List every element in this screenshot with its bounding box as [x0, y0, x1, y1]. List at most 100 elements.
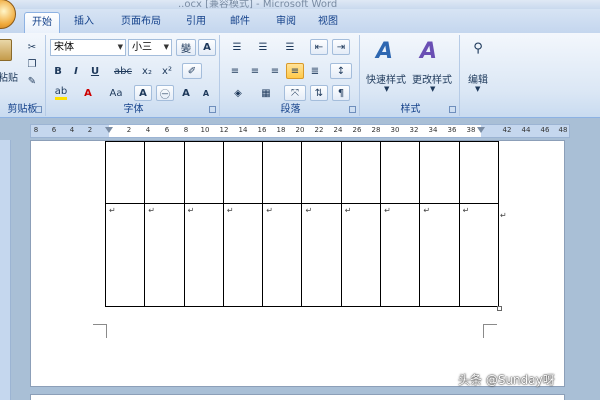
- show-marks-icon[interactable]: ¶: [332, 85, 350, 101]
- paste-icon[interactable]: [0, 39, 12, 61]
- line-spacing-icon[interactable]: ↕: [330, 63, 352, 79]
- enclose-char-button[interactable]: ㊀: [156, 85, 174, 101]
- ruler-number: 18: [276, 126, 286, 134]
- clipboard-launcher-icon[interactable]: [35, 106, 42, 113]
- ruler-number: 12: [219, 126, 229, 134]
- ruler-number: 36: [447, 126, 457, 134]
- cut-icon[interactable]: ✂: [24, 39, 40, 55]
- table-cell[interactable]: [262, 141, 303, 204]
- document-page[interactable]: ↵ ↵ ↵ ↵ ↵ ↵ ↵ ↵ ↵ ↵ ↵: [30, 140, 565, 387]
- table-cell[interactable]: ↵: [380, 203, 421, 307]
- align-center-icon[interactable]: ≡: [246, 63, 264, 79]
- paragraph-launcher-icon[interactable]: [349, 106, 356, 113]
- styles-launcher-icon[interactable]: [449, 106, 456, 113]
- table-cell[interactable]: [340, 141, 382, 204]
- copy-icon[interactable]: ❐: [24, 56, 40, 72]
- strikethrough-button[interactable]: abc: [112, 63, 134, 79]
- table-cell[interactable]: [419, 141, 460, 204]
- ruler-number: 2: [87, 126, 93, 134]
- table-cell[interactable]: ↵: [104, 203, 146, 307]
- document-table[interactable]: ↵ ↵ ↵ ↵ ↵ ↵ ↵ ↵ ↵ ↵: [104, 141, 500, 307]
- right-indent-marker[interactable]: [477, 127, 485, 133]
- quick-styles-icon[interactable]: A: [376, 39, 393, 64]
- ruler-number: 4: [145, 126, 151, 134]
- increase-indent-icon[interactable]: ⇥: [332, 39, 350, 55]
- font-launcher-icon[interactable]: [209, 106, 216, 113]
- editing-button[interactable]: 编辑: [468, 71, 488, 86]
- sort-icon[interactable]: ⇅: [310, 85, 328, 101]
- ruler-number: 6: [51, 126, 57, 134]
- italic-button[interactable]: I: [68, 63, 84, 79]
- table-cell[interactable]: [104, 141, 146, 204]
- underline-button[interactable]: U: [86, 63, 104, 79]
- change-styles-button[interactable]: 更改样式: [412, 71, 452, 86]
- table-cell[interactable]: [458, 141, 500, 204]
- font-color-button[interactable]: A: [78, 85, 98, 101]
- phonetic-guide-button[interactable]: 變: [176, 39, 196, 56]
- tab-page-layout[interactable]: 页面布局: [112, 12, 170, 33]
- borders-icon[interactable]: ▦: [254, 85, 278, 101]
- subscript-button[interactable]: x₂: [138, 63, 156, 79]
- table-cell[interactable]: [222, 141, 264, 204]
- table-cell[interactable]: ↵: [262, 203, 303, 307]
- tab-home[interactable]: 开始: [24, 12, 60, 33]
- font-size-combo[interactable]: 小三 ▼: [128, 39, 172, 56]
- table-cell[interactable]: [144, 141, 185, 204]
- ruler-number: 28: [371, 126, 381, 134]
- ruler-number: 38: [466, 126, 476, 134]
- font-name-combo[interactable]: 宋体 ▼: [50, 39, 126, 56]
- clear-format-icon[interactable]: ✐: [182, 63, 202, 79]
- tab-mailings[interactable]: 邮件: [222, 12, 258, 33]
- ruler-number: 22: [314, 126, 324, 134]
- table-cell[interactable]: [301, 141, 342, 204]
- first-line-indent-marker[interactable]: [105, 127, 113, 133]
- table-cell[interactable]: [380, 141, 421, 204]
- align-right-icon[interactable]: ≡: [266, 63, 284, 79]
- tab-insert[interactable]: 插入: [66, 12, 102, 33]
- table-cell[interactable]: ↵: [301, 203, 342, 307]
- align-left-icon[interactable]: ≡: [226, 63, 244, 79]
- bullets-icon[interactable]: ☰: [226, 39, 248, 55]
- tab-review[interactable]: 审阅: [268, 12, 304, 33]
- superscript-button[interactable]: x²: [158, 63, 176, 79]
- shrink-font-button[interactable]: A: [198, 85, 214, 101]
- table-resize-handle[interactable]: [497, 306, 502, 311]
- table-cell[interactable]: ↵: [144, 203, 185, 307]
- numbering-icon[interactable]: ☰: [252, 39, 274, 55]
- binoculars-icon[interactable]: ⚲: [468, 41, 488, 57]
- vertical-ruler[interactable]: [0, 140, 11, 400]
- char-shading-button[interactable]: A: [134, 85, 152, 101]
- table-cell[interactable]: [183, 141, 224, 204]
- char-border-button[interactable]: A: [198, 39, 216, 56]
- ruler-number: 16: [257, 126, 267, 134]
- ruler-number: 30: [390, 126, 400, 134]
- table-cell[interactable]: ↵: [419, 203, 460, 307]
- ruler-number: 44: [521, 126, 531, 134]
- table-cell[interactable]: ↵: [222, 203, 264, 307]
- window-title: ..ocx [兼容模式] - Microsoft Word: [178, 0, 338, 9]
- grow-font-button[interactable]: A: [178, 85, 194, 101]
- tab-view[interactable]: 视图: [310, 12, 346, 33]
- multilevel-list-icon[interactable]: ☰: [278, 39, 302, 55]
- quick-styles-button[interactable]: 快速样式: [366, 71, 406, 86]
- table-cell[interactable]: ↵: [340, 203, 382, 307]
- ruler-number: 48: [558, 126, 568, 134]
- tab-references[interactable]: 引用: [178, 12, 214, 33]
- shading-icon[interactable]: ◈: [226, 85, 250, 101]
- chinese-layout-icon[interactable]: ⤧: [284, 85, 306, 101]
- paste-button-label[interactable]: 粘贴: [0, 69, 18, 84]
- format-painter-icon[interactable]: ✎: [24, 73, 40, 89]
- change-styles-icon[interactable]: A: [420, 39, 437, 64]
- decrease-indent-icon[interactable]: ⇤: [310, 39, 328, 55]
- table-cell[interactable]: ↵: [183, 203, 224, 307]
- horizontal-ruler[interactable]: 8 6 4 2 2 4 6 8 10 12 14 16 18 20 22 24 …: [30, 124, 570, 138]
- change-case-button[interactable]: Aa: [104, 85, 128, 101]
- ribbon: 粘贴 ✂ ❐ ✎ 剪贴板 宋体 ▼ 小三 ▼ 變 A B I U abc x₂ …: [0, 33, 600, 118]
- highlight-icon[interactable]: ab: [50, 85, 72, 101]
- title-bar: ..ocx [兼容模式] - Microsoft Word: [0, 0, 600, 9]
- bold-button[interactable]: B: [50, 63, 66, 79]
- table-cell[interactable]: ↵: [458, 203, 500, 307]
- chevron-down-icon: ▼: [163, 43, 169, 51]
- justify-icon[interactable]: ≡: [286, 63, 304, 79]
- distribute-icon[interactable]: ≣: [306, 63, 324, 79]
